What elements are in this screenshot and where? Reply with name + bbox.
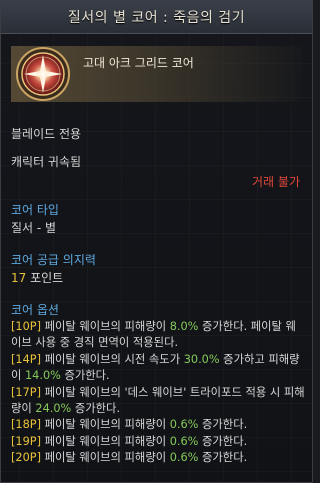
option-value: 14.0% [24,369,61,383]
item-header: 고대 아크 그리드 코어 [11,44,302,112]
option-text: 증가한다. [198,418,248,432]
core-options-list: [10P] 페이탈 웨이브의 피해량이 8.0% 증가한다. 페이탈 웨이브 사… [11,319,305,467]
option-text: 증가한다. [198,451,248,465]
option-value: 30.0% [183,352,220,366]
option-value: 8.0% [169,320,199,333]
option-17p: [17P] 페이탈 웨이브의 '데스 웨이브' 트라이포드 적용 시 피해량이 … [11,385,305,418]
option-tag: [18P] [11,418,42,432]
item-title: 질서의 별 코어 : 죽음의 검기 [67,10,246,26]
option-tag: [10P] [11,320,42,333]
option-19p: [19P] 페이탈 웨이브의 피해량이 0.6% 증가한다. [11,434,305,450]
core-star-icon [16,47,70,101]
option-text: 증가한다. [71,402,121,416]
option-text: 증가한다. [60,369,110,383]
core-options-title: 코어 옵션 [11,303,59,317]
option-text: 페이탈 웨이브의 피해량이 [41,451,170,465]
bind-status: 캐릭터 귀속됨 [11,155,82,169]
grade-label: 고대 아크 그리드 코어 [83,56,194,70]
core-supply-value: 17 포인트 [11,269,63,286]
option-value: 0.6% [169,434,199,448]
option-18p: [18P] 페이탈 웨이브의 피해량이 0.6% 증가한다. [11,417,305,433]
option-20p: [20P] 페이탈 웨이브의 피해량이 0.6% 증가한다. [11,450,305,466]
title-bar: 질서의 별 코어 : 죽음의 검기 [1,1,312,34]
option-value: 0.6% [169,418,199,432]
core-type-title: 코어 타입 [11,203,59,217]
option-value: 24.0% [35,402,72,416]
supply-points: 17 [11,271,27,285]
option-text: 페이탈 웨이브의 시전 속도가 [41,352,184,366]
option-14p: [14P] 페이탈 웨이브의 시전 속도가 30.0% 증가하고 피해량이 14… [11,352,305,385]
option-10p: [10P] 페이탈 웨이브의 피해량이 8.0% 증가한다. 페이탈 웨이브 사… [11,319,305,352]
option-tag: [14P] [11,352,42,366]
option-tag: [20P] [11,451,42,465]
class-restriction: 블레이드 전용 [11,127,82,141]
trade-status: 거래 불가 [252,175,300,189]
core-type-value: 질서 - 별 [11,221,57,235]
option-tag: [19P] [11,434,42,448]
option-tag: [17P] [11,385,42,399]
item-tooltip: 질서의 별 코어 : 죽음의 검기 고대 아크 그리드 코어 블레이드 전용 캐… [0,0,313,483]
option-text: 페이탈 웨이브의 피해량이 [41,418,170,432]
core-supply-title: 코어 공급 의지력 [11,253,96,267]
option-text: 페이탈 웨이브의 피해량이 [41,434,170,448]
supply-unit: 포인트 [26,271,64,285]
option-value: 0.6% [169,451,199,465]
option-text: 증가한다. [198,434,248,448]
option-text: 페이탈 웨이브의 피해량이 [41,320,170,333]
